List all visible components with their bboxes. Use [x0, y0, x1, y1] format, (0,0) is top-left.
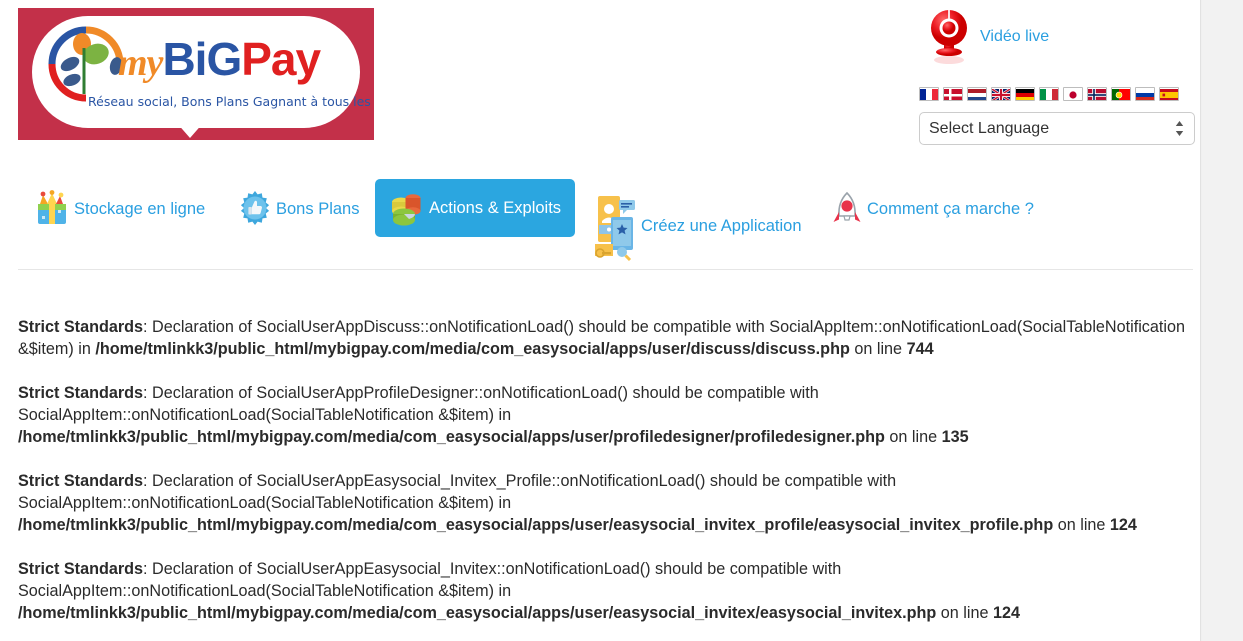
site-logo[interactable]: myBiGPay Réseau social, Bons Plans Gagna… — [18, 8, 374, 140]
nav-item-bons-plans[interactable]: Bons Plans — [236, 190, 359, 228]
error-prefix: Strict Standards — [18, 560, 144, 579]
flag-spain[interactable] — [1159, 87, 1179, 101]
logo-tagline: Réseau social, Bons Plans Gagnant à tous… — [88, 94, 374, 109]
nav-label: Créez une Application — [641, 216, 802, 235]
error-on-line-text: on line — [1053, 516, 1110, 535]
page-container: myBiGPay Réseau social, Bons Plans Gagna… — [0, 0, 1201, 641]
error-on-line-text: on line — [884, 428, 942, 447]
error-line-number: 124 — [992, 604, 1020, 623]
error-prefix: Strict Standards — [18, 472, 144, 491]
error-message: Strict Standards: Declaration of SocialU… — [18, 382, 1193, 448]
logo-wordmark: myBiGPay — [118, 32, 321, 86]
language-flags — [919, 87, 1179, 101]
error-prefix: Strict Standards — [18, 384, 144, 403]
video-live-label: Vidéo live — [980, 28, 1050, 45]
error-on-line-text: on line — [936, 604, 993, 623]
error-file-path: /home/tmlinkk3/public_html/mybigpay.com/… — [18, 604, 937, 623]
flag-germany[interactable] — [1015, 87, 1035, 101]
error-prefix: Strict Standards — [18, 318, 144, 337]
flag-united-kingdom[interactable] — [991, 87, 1011, 101]
flag-portugal[interactable] — [1111, 87, 1131, 101]
language-select-wrapper[interactable]: Select Language — [919, 112, 1195, 145]
pie-chart-3d-icon — [392, 194, 421, 226]
webcam-icon — [931, 9, 967, 64]
logo-text-p: P — [241, 33, 272, 85]
page-outer-gutter — [1202, 0, 1243, 641]
logo-text-my: my — [118, 42, 163, 84]
thumbs-up-icon — [240, 191, 270, 225]
error-line-number: 124 — [1109, 516, 1137, 535]
nav-label: Bons Plans — [276, 199, 360, 218]
mobile-app-icon — [595, 196, 635, 262]
error-text: : Declaration of SocialUserAppEasysocial… — [18, 472, 897, 513]
flag-norway[interactable] — [1087, 87, 1107, 101]
flag-france[interactable] — [919, 87, 939, 101]
logo-text-ay: ay — [270, 33, 321, 85]
nav-item-actions-et-exploits[interactable]: Actions & Exploits — [375, 179, 576, 237]
error-file-path: /home/tmlinkk3/public_html/mybigpay.com/… — [95, 340, 850, 359]
nav-item-stockage-en-ligne[interactable]: Stockage en ligne — [32, 190, 205, 228]
gift-box-icon — [38, 190, 66, 224]
logo-text-i: i — [194, 33, 208, 85]
error-message: Strict Standards: Declaration of SocialU… — [18, 470, 1193, 536]
rocket-icon — [833, 191, 861, 222]
error-message: Strict Standards: Declaration of SocialU… — [18, 558, 1193, 624]
flag-netherlands[interactable] — [967, 87, 987, 101]
nav-item-creez-une-application[interactable]: Créez une Application — [591, 190, 802, 262]
flag-italy[interactable] — [1039, 87, 1059, 101]
logo-text-b: B — [162, 33, 195, 85]
logo-bubble-tail — [176, 122, 204, 138]
error-line-number: 135 — [941, 428, 969, 447]
language-select[interactable]: Select Language — [919, 112, 1195, 145]
error-file-path: /home/tmlinkk3/public_html/mybigpay.com/… — [18, 516, 1054, 535]
main-navigation: Stockage en ligne Bons Plans Actions & E… — [18, 170, 1193, 270]
video-live-link[interactable]: Vidéo live — [928, 8, 1049, 66]
flag-russia[interactable] — [1135, 87, 1155, 101]
flag-japan[interactable] — [1063, 87, 1083, 101]
error-message: Strict Standards: Declaration of SocialU… — [18, 316, 1193, 360]
nav-label: Comment ça marche ? — [867, 199, 1034, 218]
error-line-number: 744 — [906, 340, 934, 359]
nav-item-comment-ca-marche[interactable]: Comment ça marche ? — [829, 190, 1034, 228]
site-header: myBiGPay Réseau social, Bons Plans Gagna… — [0, 0, 1200, 170]
error-on-line-text: on line — [849, 340, 907, 359]
php-error-messages: Strict Standards: Declaration of SocialU… — [18, 300, 1193, 641]
logo-flower-circle-icon — [48, 26, 124, 102]
flag-denmark[interactable] — [943, 87, 963, 101]
nav-label: Actions & Exploits — [429, 198, 562, 217]
nav-label: Stockage en ligne — [74, 199, 206, 218]
logo-text-g: G — [206, 33, 242, 85]
error-file-path: /home/tmlinkk3/public_html/mybigpay.com/… — [18, 428, 885, 447]
